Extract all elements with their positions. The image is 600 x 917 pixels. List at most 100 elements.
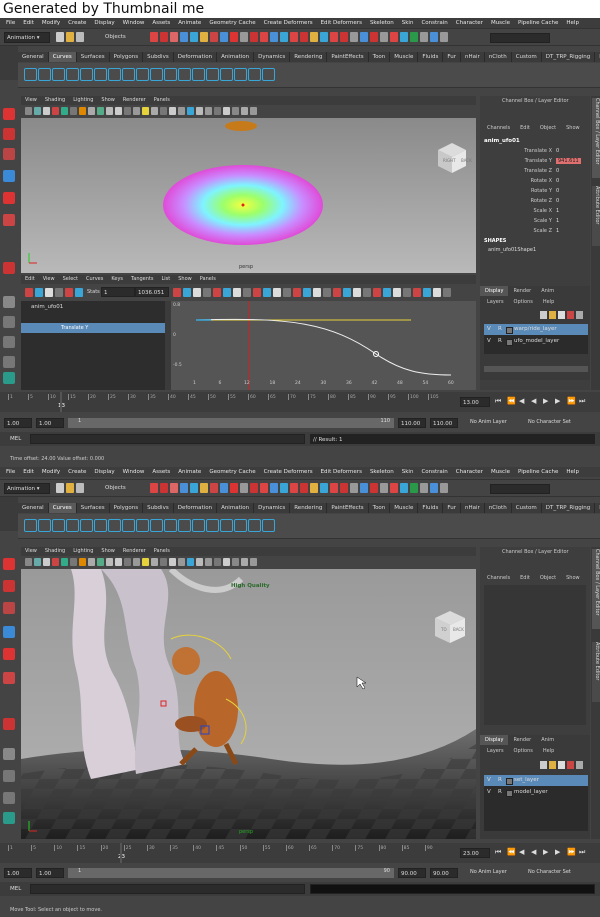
status-icon[interactable] <box>390 483 398 493</box>
tangent-icon[interactable] <box>193 288 201 297</box>
manipulator-icon[interactable] <box>3 262 15 274</box>
tab-ncloth[interactable]: nCloth <box>485 52 512 62</box>
status-icon[interactable] <box>260 483 268 493</box>
layer-tool-icon[interactable] <box>576 761 583 769</box>
panel-tool-icon[interactable] <box>34 558 41 566</box>
tangent-icon[interactable] <box>313 288 321 297</box>
layer-tab-display[interactable]: Display <box>480 286 509 296</box>
status-icon[interactable] <box>300 32 308 42</box>
layer-row[interactable]: V Rmodel_layer <box>484 787 588 798</box>
menu-constrain[interactable]: Constrain <box>417 467 451 477</box>
tab-custom[interactable]: Custom <box>512 52 542 62</box>
panel-tool-icon[interactable] <box>223 107 230 115</box>
menu-edit[interactable]: Edit <box>19 467 38 477</box>
layer-tool-icon[interactable] <box>540 761 547 769</box>
menu-create[interactable]: Create <box>64 18 90 28</box>
curve-shelf-icon[interactable] <box>262 68 275 81</box>
graph-menu-view[interactable]: View <box>39 275 59 284</box>
current-time-field[interactable]: 13.00 <box>460 397 490 407</box>
tab-rendering[interactable]: Rendering <box>290 52 328 62</box>
tab-dt_trp_rigging[interactable]: DT_TRP_Rigging <box>542 52 596 62</box>
tangent-icon[interactable] <box>363 288 371 297</box>
paint-tool-icon[interactable] <box>3 148 15 160</box>
tangent-icon[interactable] <box>353 288 361 297</box>
play-backward-icon[interactable]: ◀ <box>531 397 536 405</box>
layer-visibility-toggle[interactable]: V <box>487 336 491 347</box>
panel-tool-icon[interactable] <box>214 107 221 115</box>
step-back-icon[interactable]: ◀ <box>519 397 524 405</box>
channel-menu-edit[interactable]: Edit <box>515 123 535 133</box>
curve-shelf-icon[interactable] <box>136 519 149 532</box>
panel-menu-renderer[interactable]: Renderer <box>119 547 150 556</box>
panel-tool-icon[interactable] <box>205 107 212 115</box>
status-icon[interactable] <box>150 32 158 42</box>
channel-row-rotate-y[interactable]: Rotate Y 0 <box>480 188 590 198</box>
layer-tool-icon[interactable] <box>558 311 565 319</box>
selection-mode-label[interactable]: Objects <box>105 483 147 494</box>
character-set-select[interactable]: No Character Set <box>528 869 571 875</box>
tangent-icon[interactable] <box>173 288 181 297</box>
channel-value[interactable]: 0 <box>556 188 559 194</box>
layer-visibility-toggle[interactable]: V <box>487 787 491 798</box>
status-icon[interactable] <box>340 483 348 493</box>
curve-shelf-icon[interactable] <box>262 519 275 532</box>
go-to-start-icon[interactable]: ⏮ <box>495 848 501 857</box>
tangent-icon[interactable] <box>303 288 311 297</box>
status-icon[interactable] <box>300 483 308 493</box>
rotate-tool-icon[interactable] <box>3 192 15 204</box>
start-time-field[interactable]: 1.00 <box>4 418 32 428</box>
panel-tool-icon[interactable] <box>160 558 167 566</box>
layer-render-toggle[interactable]: R <box>498 324 502 335</box>
menu-file[interactable]: File <box>2 18 19 28</box>
panel-tool-icon[interactable] <box>43 558 50 566</box>
tab-dynamics[interactable]: Dynamics <box>254 503 291 513</box>
panel-tool-icon[interactable] <box>124 558 131 566</box>
panel-tool-icon[interactable] <box>97 558 104 566</box>
tab-surfaces[interactable]: Surfaces <box>77 503 110 513</box>
channel-row-rotate-z[interactable]: Rotate Z 0 <box>480 198 590 208</box>
graph-menu-keys[interactable]: Keys <box>107 275 127 284</box>
step-back-key-icon[interactable]: ⏪ <box>507 397 516 405</box>
status-icon[interactable] <box>350 32 358 42</box>
status-icon[interactable] <box>270 483 278 493</box>
panel-tool-icon[interactable] <box>178 558 185 566</box>
status-icon[interactable] <box>220 32 228 42</box>
graph-menu-panels[interactable]: Panels <box>196 275 220 284</box>
status-icon[interactable] <box>390 32 398 42</box>
status-icon[interactable] <box>380 32 388 42</box>
menu-edit-deformers[interactable]: Edit Deformers <box>317 18 366 28</box>
curve-shelf-icon[interactable] <box>66 68 79 81</box>
menu-modify[interactable]: Modify <box>38 467 64 477</box>
tab-attribute-editor[interactable]: Attribute Editor <box>592 642 600 702</box>
graph-menu-curves[interactable]: Curves <box>82 275 107 284</box>
tangent-icon[interactable] <box>183 288 191 297</box>
go-to-end-icon[interactable]: ⏭ <box>579 397 585 406</box>
menu-modify[interactable]: Modify <box>38 18 64 28</box>
graph-tool-icon[interactable] <box>75 288 83 297</box>
panel-menu-renderer[interactable]: Renderer <box>119 96 150 105</box>
status-icon[interactable] <box>180 32 188 42</box>
graph-tool-icon[interactable] <box>45 288 53 297</box>
input-field[interactable] <box>490 484 550 494</box>
tangent-icon[interactable] <box>323 288 331 297</box>
mode-select[interactable]: Animation ▾ <box>4 32 50 43</box>
outliner-item-ufo[interactable]: anim_ufo01 <box>31 304 63 310</box>
menu-constrain[interactable]: Constrain <box>417 18 451 28</box>
menu-character[interactable]: Character <box>452 467 487 477</box>
tangent-icon[interactable] <box>333 288 341 297</box>
panel-tool-icon[interactable] <box>232 107 239 115</box>
menu-help[interactable]: Help <box>562 18 583 28</box>
panel-tool-icon[interactable] <box>115 107 122 115</box>
character-set-select[interactable]: No Character Set <box>528 419 571 425</box>
tab-polygons[interactable]: Polygons <box>110 52 144 62</box>
anim-layer-select[interactable]: No Anim Layer <box>470 419 507 425</box>
status-icon[interactable] <box>190 483 198 493</box>
channel-menu-show[interactable]: Show <box>561 573 585 583</box>
tab-surfaces[interactable]: Surfaces <box>77 52 110 62</box>
panel-tool-icon[interactable] <box>133 107 140 115</box>
tab-dt_trp_rigging[interactable]: DT_TRP_Rigging <box>542 503 596 513</box>
curve-shelf-icon[interactable] <box>192 519 205 532</box>
tab-painteffects[interactable]: PaintEffects <box>327 52 369 62</box>
layer-color-swatch[interactable] <box>506 790 513 797</box>
tab-ncloth[interactable]: nCloth <box>485 503 512 513</box>
